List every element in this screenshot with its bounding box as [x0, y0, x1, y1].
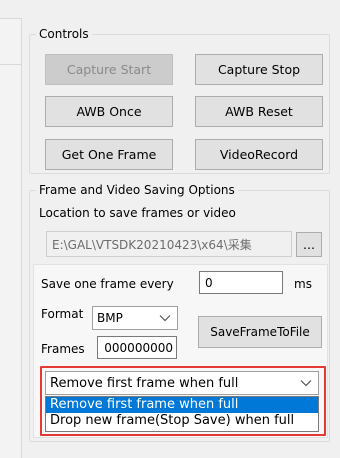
highlight-box — [40, 366, 326, 436]
capture-stop-button[interactable]: Capture Stop — [195, 54, 323, 85]
frames-input-value: 000000000 — [104, 340, 173, 355]
save-interval-unit: ms — [294, 277, 312, 291]
saving-options-title: Frame and Video Saving Options — [36, 182, 238, 198]
save-location-label: Location to save frames or video — [39, 206, 236, 220]
awb-reset-button[interactable]: AWB Reset — [195, 96, 323, 127]
adjacent-panel-edge — [0, 18, 22, 458]
video-record-button[interactable]: VideoRecord — [195, 139, 323, 170]
save-path-field[interactable]: E:\GAL\VTSDK20210423\x64\采集 — [46, 231, 292, 257]
awb-once-button[interactable]: AWB Once — [45, 96, 173, 127]
save-frame-to-file-button[interactable]: SaveFrameToFile — [198, 316, 322, 348]
format-select-value: BMP — [97, 311, 123, 325]
frames-input[interactable]: 000000000 — [97, 336, 177, 359]
frames-label: Frames — [41, 342, 85, 356]
capture-start-button[interactable]: Capture Start — [45, 54, 173, 85]
save-every-label: Save one frame every — [41, 277, 174, 291]
adjacent-panel-divider — [0, 64, 22, 65]
get-one-frame-button[interactable]: Get One Frame — [45, 139, 173, 170]
browse-button[interactable]: ... — [296, 232, 322, 257]
format-label: Format — [41, 307, 84, 321]
chevron-down-icon — [159, 315, 171, 322]
format-select[interactable]: BMP — [92, 306, 178, 330]
controls-group-title: Controls — [36, 26, 92, 42]
save-interval-input[interactable]: 0 — [199, 271, 283, 294]
